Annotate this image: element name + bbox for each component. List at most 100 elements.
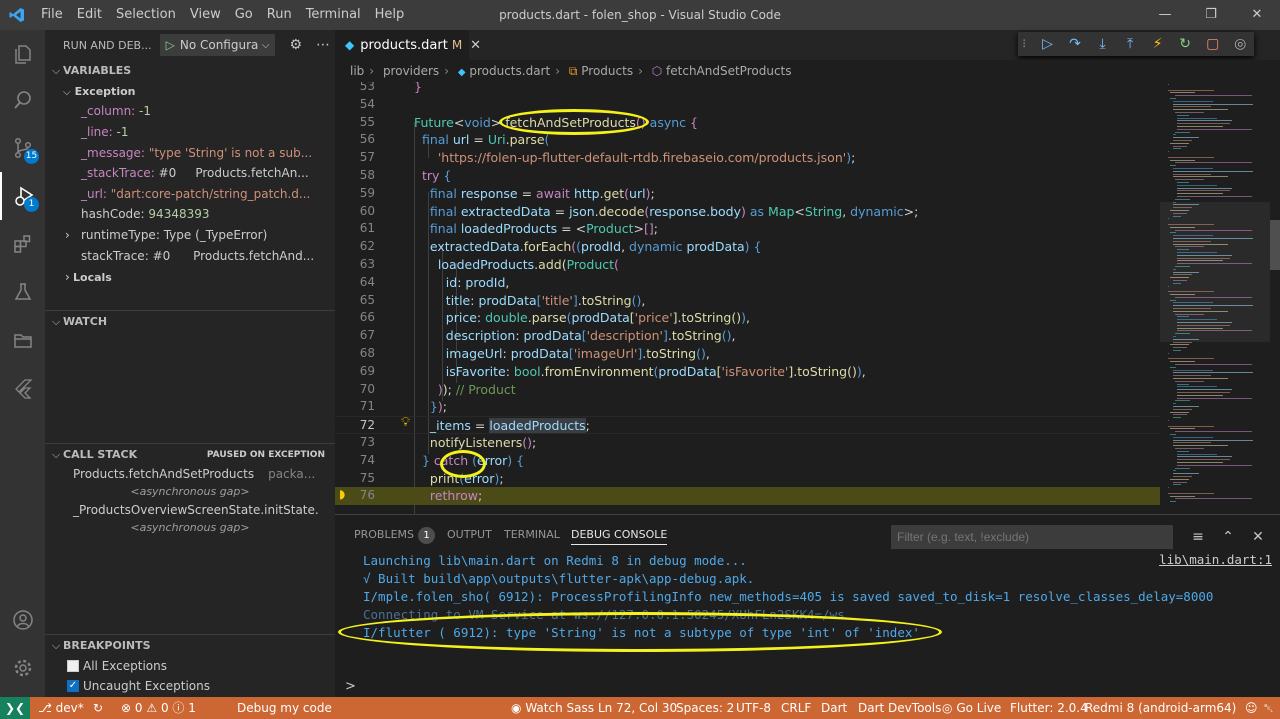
breadcrumb-item[interactable]: products.dart (469, 64, 550, 78)
maximize-panel-icon[interactable]: ⌃ (1213, 525, 1243, 549)
minimap-stroke (1177, 394, 1224, 396)
problems-status[interactable]: ⊗ 0 ⚠ 0 ⓘ 1 (121, 697, 196, 719)
start-debugging-icon[interactable]: ▷ (166, 38, 175, 52)
step-out-icon[interactable]: ⤒ (1116, 36, 1144, 52)
menu-go[interactable]: Go (228, 0, 260, 30)
device-selector[interactable]: Redmi 8 (android-arm64) (1085, 697, 1236, 719)
code-line-current: 72 _items = loadedProducts; (335, 416, 1160, 434)
settings-gear-icon[interactable]: ⚙ (289, 37, 302, 53)
lightbulb-icon[interactable]: 💡︎ (401, 415, 410, 430)
variable-row[interactable]: stackTrace: #0 Products.fetchAnd... (45, 246, 335, 266)
variable-row[interactable]: _url: "dart:core-patch/string_patch.d... (45, 184, 335, 204)
code-editor[interactable]: 53} 54 55 Future<void> fetchAndSetProduct… (335, 82, 1160, 514)
git-branch[interactable]: ⎇ dev* (38, 697, 84, 719)
stop-icon[interactable]: ▢ (1199, 36, 1227, 52)
flutter-version[interactable]: Flutter: 2.0.4 (1010, 697, 1088, 719)
continue-icon[interactable]: ▷ (1034, 36, 1062, 52)
remote-icon[interactable]: ❯❮ (0, 697, 30, 719)
minimap[interactable] (1160, 82, 1280, 514)
minimap-stroke (1177, 123, 1230, 125)
encoding[interactable]: UTF-8 (736, 697, 771, 719)
menu-edit[interactable]: Edit (70, 0, 109, 30)
code-line: 67 description: prodData['description'].… (359, 328, 736, 344)
menu-help[interactable]: Help (368, 0, 412, 30)
feedback-icon[interactable]: ☺ (1245, 697, 1258, 719)
extensions-icon[interactable] (0, 220, 45, 268)
variable-row[interactable]: _line: -1 (45, 122, 335, 142)
go-live[interactable]: ◎ Go Live (942, 697, 1001, 719)
minimap-stroke (1177, 249, 1190, 251)
testing-icon[interactable] (0, 268, 45, 316)
flutter-icon[interactable] (0, 364, 45, 412)
more-actions-icon[interactable]: ⋯ (316, 37, 330, 53)
breadcrumb-item[interactable]: providers (383, 64, 439, 78)
menu-selection[interactable]: Selection (109, 0, 183, 30)
account-icon[interactable] (0, 596, 45, 644)
call-stack-section-header[interactable]: ⌵ CALL STACK PAUSED ON EXCEPTION (45, 444, 335, 466)
close-tab-icon[interactable]: ✕ (470, 38, 481, 53)
minimap-stroke (1177, 260, 1224, 262)
scope-exception[interactable]: ⌵ Exception (45, 81, 335, 101)
folder-icon[interactable] (0, 316, 45, 364)
line-ending[interactable]: CRLF (781, 697, 811, 719)
tab-terminal[interactable]: TERMINAL (504, 525, 560, 545)
variables-section-header[interactable]: ⌵ VARIABLES (45, 60, 335, 82)
language-mode[interactable]: Dart (821, 697, 847, 719)
breakpoints-section-header[interactable]: ⌵ BREAKPOINTS (45, 635, 335, 657)
variable-row[interactable]: hashCode: 94348393 (45, 204, 335, 224)
cursor-position[interactable]: Ln 72, Col 30 (598, 697, 677, 719)
tab-debug-console[interactable]: DEBUG CONSOLE (571, 525, 668, 545)
menu-terminal[interactable]: Terminal (299, 0, 368, 30)
explorer-icon[interactable] (0, 30, 45, 78)
clear-console-icon[interactable]: ≡ (1183, 525, 1213, 549)
breadcrumb-item[interactable]: Products (581, 64, 633, 78)
minimize-icon[interactable]: — (1142, 0, 1188, 30)
scope-locals[interactable]: › Locals (45, 267, 335, 287)
source-link[interactable]: lib\main.dart:1 (1159, 552, 1272, 567)
breakpoint-uncaught-exceptions[interactable]: ✓ Uncaught Exceptions (67, 676, 210, 696)
watch-sass[interactable]: ◉ Watch Sass (511, 697, 594, 719)
close-panel-icon[interactable]: ✕ (1243, 525, 1273, 549)
search-icon[interactable] (0, 76, 45, 124)
breadcrumb-item[interactable]: lib (350, 64, 364, 78)
dart-devtools[interactable]: Dart DevTools (858, 697, 941, 719)
variable-row[interactable]: _column: -1 (45, 101, 335, 121)
run-debug-icon[interactable]: 1 (0, 172, 45, 220)
drag-handle-icon[interactable]: ⠇ (1018, 38, 1034, 51)
call-stack-frame[interactable]: _ProductsOverviewScreenState.initState. (45, 501, 335, 519)
editor-scrollbar[interactable] (1270, 220, 1280, 270)
indentation[interactable]: Spaces: 2 (676, 697, 734, 719)
manage-gear-icon[interactable] (0, 644, 45, 692)
variable-row[interactable]: _message: "type 'String' is not a sub... (45, 143, 335, 163)
devtools-icon[interactable]: ◎ (1226, 36, 1254, 52)
source-control-icon[interactable]: 15 (0, 124, 45, 172)
minimap-stroke (1172, 137, 1199, 139)
console-prompt[interactable]: > (345, 679, 356, 694)
menu-file[interactable]: File (34, 0, 70, 30)
hot-reload-icon[interactable]: ⚡ (1144, 36, 1172, 52)
tab-products-dart[interactable]: ◆ products.dart M ✕ (335, 30, 481, 60)
variable-row[interactable]: › runtimeType: Type (_TypeError) (45, 225, 335, 245)
all-exceptions-checkbox[interactable] (67, 660, 79, 672)
restore-icon[interactable]: ❐ (1188, 0, 1234, 30)
notifications-icon[interactable]: ␇ (1264, 697, 1274, 719)
breakpoint-all-exceptions[interactable]: All Exceptions (67, 656, 167, 676)
tab-problems[interactable]: PROBLEMS 1 (354, 525, 436, 545)
step-over-icon[interactable]: ↷ (1061, 36, 1089, 52)
launch-config-select[interactable]: ▷ No Configurat ⌵ (159, 34, 276, 56)
menu-view[interactable]: View (183, 0, 228, 30)
console-filter-input[interactable] (891, 525, 1173, 549)
close-icon[interactable]: ✕ (1234, 0, 1280, 30)
variable-row[interactable]: _stackTrace: #0 Products.fetchAn... (45, 163, 335, 183)
tab-output[interactable]: OUTPUT (447, 525, 492, 545)
minimap-stroke (1172, 240, 1212, 242)
sync-icon[interactable]: ↻ (93, 697, 103, 719)
call-stack-frame[interactable]: Products.fetchAndSetProducts packa... (45, 465, 335, 483)
restart-icon[interactable]: ↻ (1171, 36, 1199, 52)
breadcrumb-item[interactable]: fetchAndSetProducts (666, 64, 791, 78)
uncaught-exceptions-checkbox[interactable]: ✓ (67, 680, 79, 692)
watch-section-header[interactable]: ⌵ WATCH (45, 311, 335, 333)
debug-status[interactable]: Debug my code (237, 697, 332, 719)
menu-run[interactable]: Run (260, 0, 299, 30)
step-into-icon[interactable]: ⤓ (1089, 36, 1117, 52)
